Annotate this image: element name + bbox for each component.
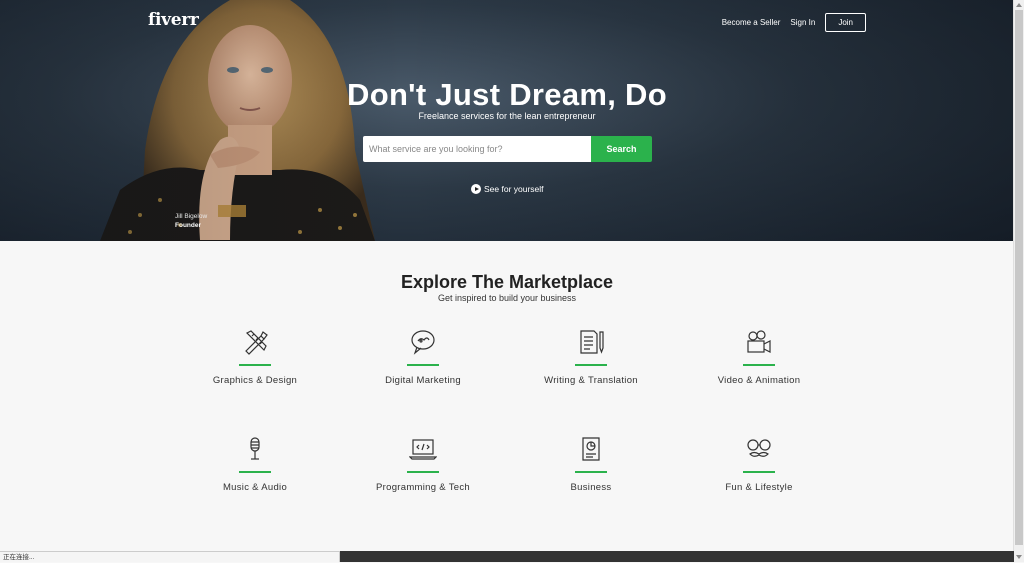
category-business[interactable]: Business	[506, 435, 676, 493]
vertical-scrollbar[interactable]	[1013, 0, 1024, 562]
category-label: Business	[570, 481, 612, 493]
category-label: Video & Animation	[717, 374, 801, 386]
join-button[interactable]: Join	[825, 13, 866, 32]
scroll-down-icon[interactable]	[1016, 555, 1022, 559]
top-nav: Become a Seller Sign In Join	[722, 13, 866, 32]
see-for-yourself-label: See for yourself	[484, 184, 544, 194]
category-label: Digital Marketing	[385, 374, 461, 386]
caption-role: Founder	[175, 222, 201, 229]
search-bar: Search	[363, 136, 652, 162]
category-graphics-design[interactable]: Graphics & Design	[170, 328, 340, 386]
category-music-audio[interactable]: Music & Audio	[170, 435, 340, 493]
search-button[interactable]: Search	[591, 136, 652, 162]
browser-status-bar: 正在连接...	[0, 551, 340, 562]
fiverr-logo[interactable]: fiverr	[148, 10, 199, 30]
sign-in-link[interactable]: Sign In	[790, 18, 815, 27]
footer-strip	[340, 551, 1014, 562]
category-underline	[407, 364, 439, 366]
category-underline	[239, 471, 271, 473]
video-camera-icon	[747, 330, 771, 353]
caption-name: Jill Bigelow	[175, 213, 208, 220]
category-programming-tech[interactable]: Programming & Tech	[338, 435, 508, 493]
category-underline	[575, 471, 607, 473]
category-underline	[239, 364, 271, 366]
category-label: Programming & Tech	[376, 481, 470, 493]
hero-subline: Freelance services for the lean entrepre…	[418, 111, 596, 121]
category-label: Fun & Lifestyle	[725, 481, 793, 493]
document-pen-icon	[580, 330, 604, 354]
category-digital-marketing[interactable]: Digital Marketing	[338, 328, 508, 386]
category-video-animation[interactable]: Video & Animation	[674, 328, 844, 386]
hero-headline: Don't Just Dream, Do	[347, 77, 667, 112]
category-label: Graphics & Design	[212, 374, 298, 386]
explore-title: Explore The Marketplace	[400, 272, 614, 292]
hero-banner: fiverr Become a Seller Sign In Join Don'…	[0, 0, 1014, 241]
play-icon	[471, 184, 481, 194]
category-label: Writing & Translation	[544, 374, 638, 386]
see-for-yourself-link[interactable]: See for yourself	[471, 184, 544, 194]
category-label: Music & Audio	[222, 481, 288, 493]
category-writing-translation[interactable]: Writing & Translation	[506, 328, 676, 386]
explore-subtitle: Get inspired to build your business	[437, 293, 577, 303]
category-fun-lifestyle[interactable]: Fun & Lifestyle	[674, 435, 844, 493]
scroll-up-icon[interactable]	[1016, 3, 1022, 7]
become-seller-link[interactable]: Become a Seller	[722, 18, 781, 27]
pencil-ruler-icon	[245, 330, 268, 355]
laptop-code-icon	[409, 439, 437, 460]
search-input[interactable]	[363, 136, 591, 162]
scroll-thumb[interactable]	[1015, 10, 1023, 545]
portrait-caption: Jill Bigelow Founder	[175, 212, 207, 230]
category-underline	[743, 471, 775, 473]
speech-bubble-icon	[411, 330, 435, 355]
category-underline	[743, 364, 775, 366]
report-chart-icon	[582, 437, 600, 461]
microphone-icon	[250, 437, 260, 460]
category-underline	[407, 471, 439, 473]
category-underline	[575, 364, 607, 366]
glasses-mustache-icon	[747, 439, 771, 457]
